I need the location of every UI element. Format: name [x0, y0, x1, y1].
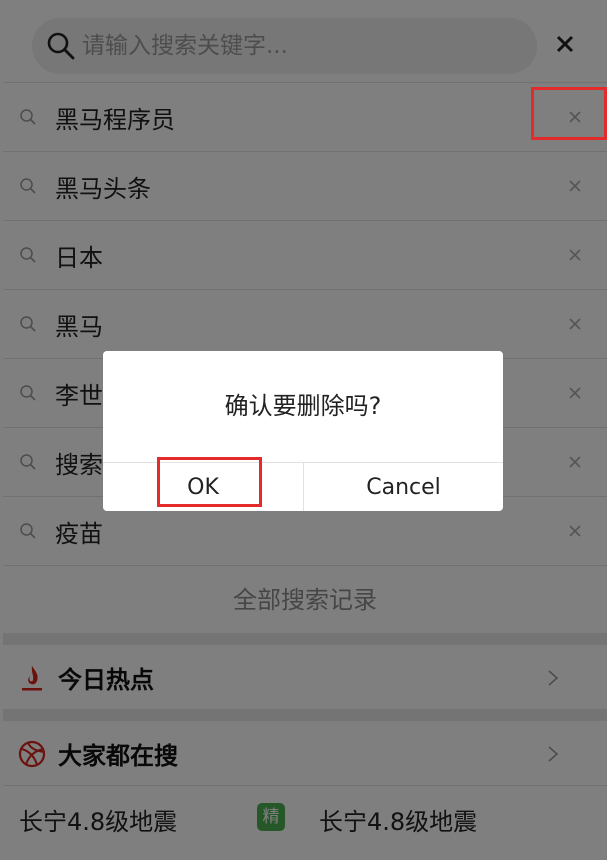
highlight-box — [531, 87, 607, 140]
highlight-box — [157, 457, 262, 507]
cancel-button[interactable]: Cancel — [303, 463, 503, 511]
dialog-message: 确认要删除吗? — [224, 392, 382, 420]
